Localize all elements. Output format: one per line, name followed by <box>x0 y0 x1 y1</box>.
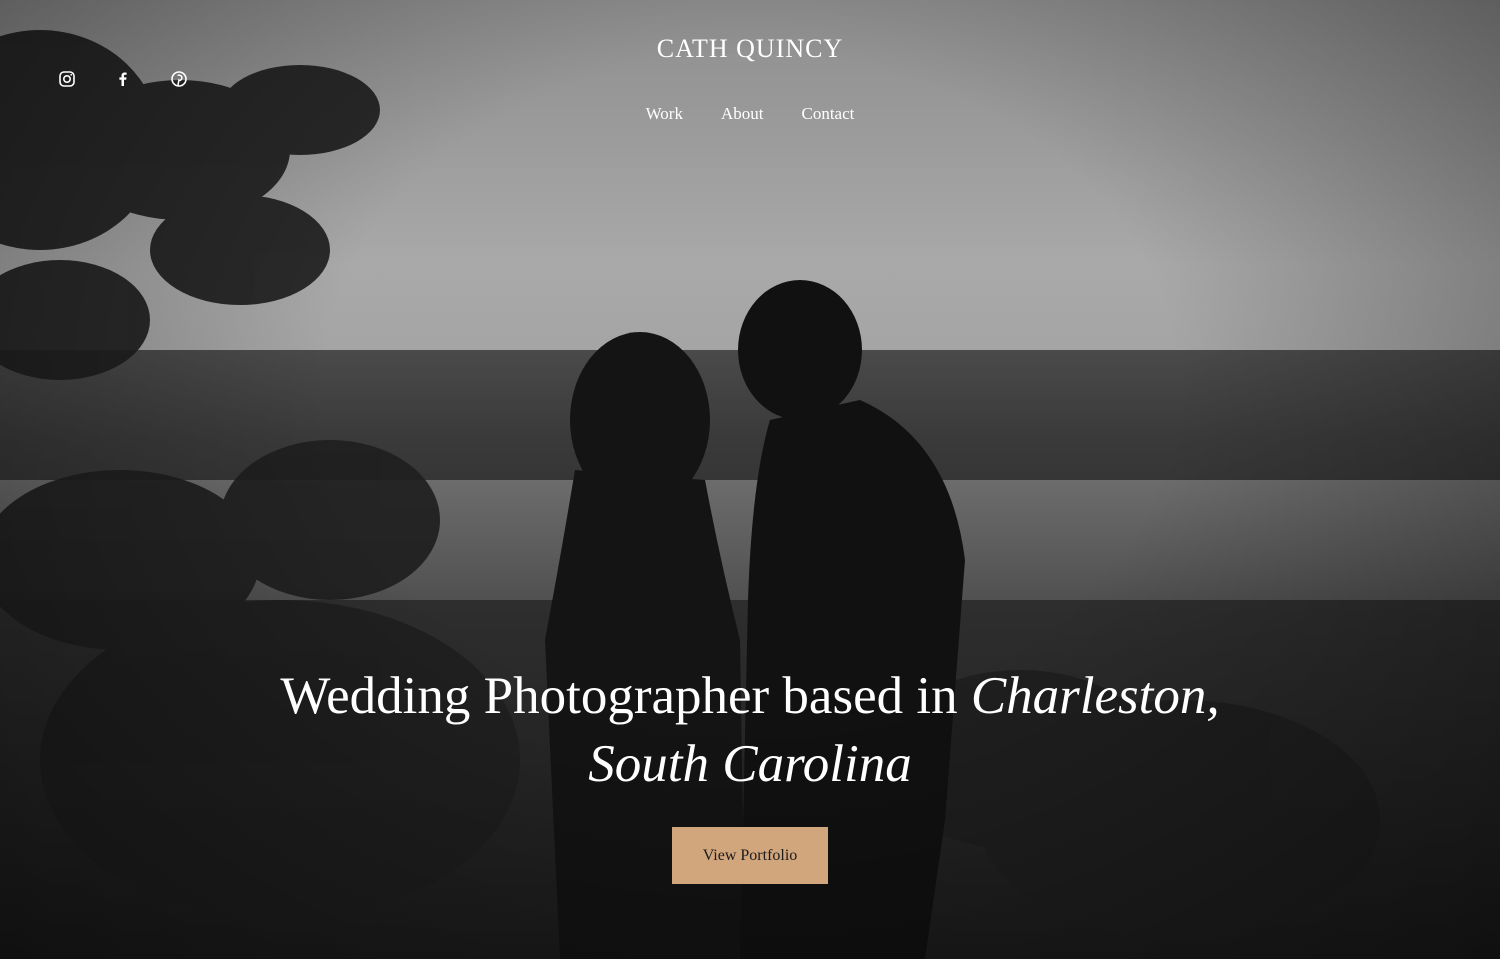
facebook-icon[interactable] <box>114 70 132 88</box>
instagram-icon[interactable] <box>58 70 76 88</box>
hero-background-photo <box>0 0 1500 959</box>
social-links <box>58 70 188 88</box>
view-portfolio-button[interactable]: View Portfolio <box>672 827 828 884</box>
nav-item-work[interactable]: Work <box>646 104 683 124</box>
main-nav: Work About Contact <box>0 104 1500 124</box>
hero-headline: Wedding Photographer based in Charleston… <box>150 662 1350 798</box>
vignette-overlay <box>0 0 1500 959</box>
headline-location-city: Charleston, <box>970 667 1220 725</box>
site-title[interactable]: CATH QUINCY <box>0 34 1500 64</box>
nav-item-about[interactable]: About <box>721 104 764 124</box>
hero-section: CATH QUINCY Work About Contact Wedding P… <box>0 0 1500 959</box>
headline-location-state: South Carolina <box>588 735 912 793</box>
headline-text: Wedding Photographer based in <box>280 667 971 725</box>
pinterest-icon[interactable] <box>170 70 188 88</box>
nav-item-contact[interactable]: Contact <box>801 104 854 124</box>
